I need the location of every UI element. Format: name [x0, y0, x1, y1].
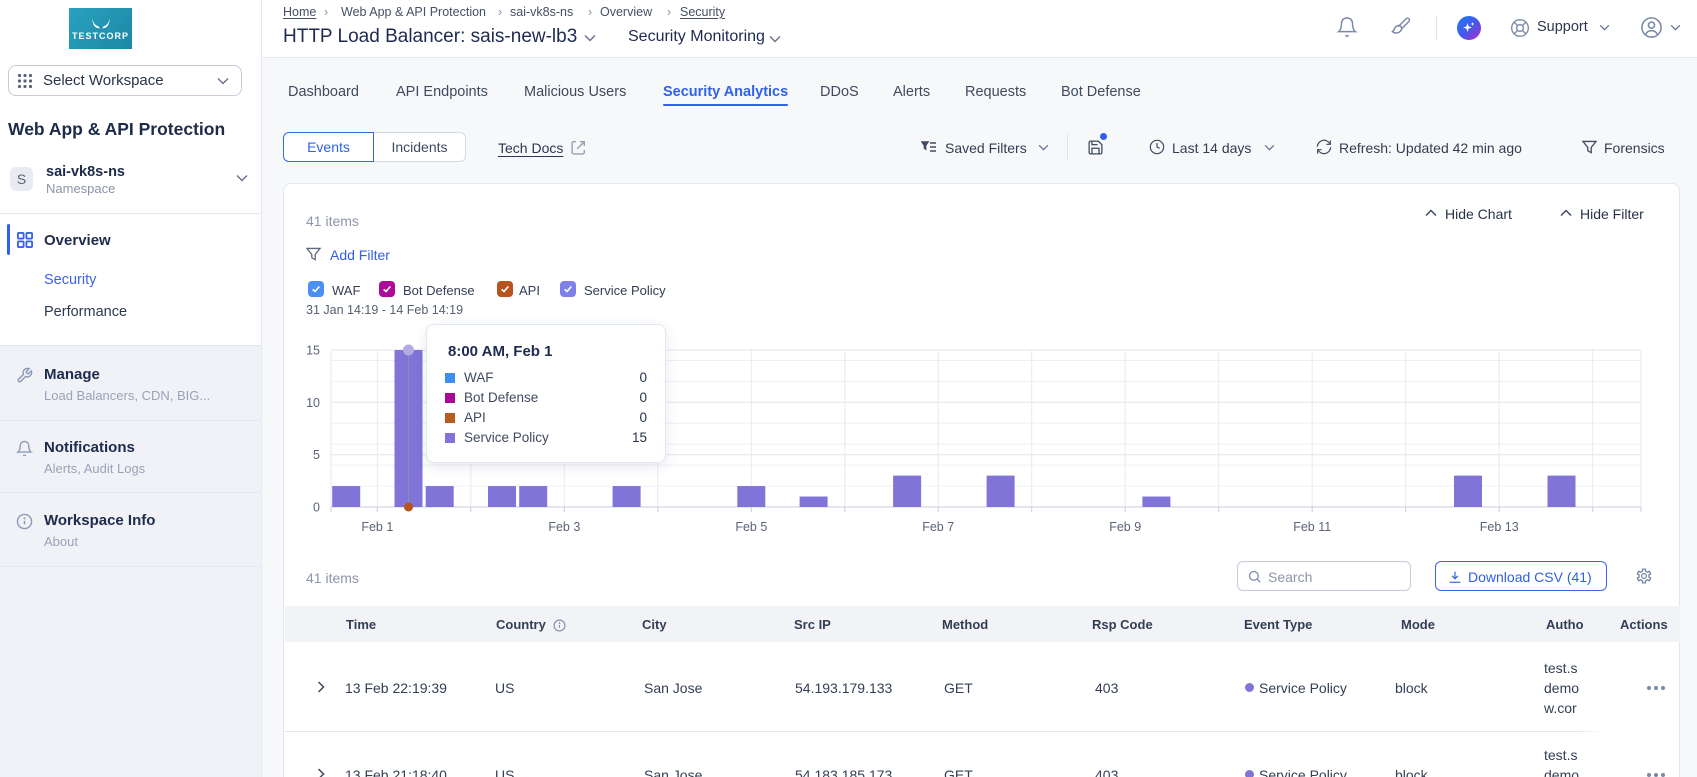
svg-text:Feb 5: Feb 5 [735, 520, 767, 534]
svg-text:Feb 3: Feb 3 [548, 520, 580, 534]
svg-text:Feb 1: Feb 1 [361, 520, 393, 534]
svg-text:0: 0 [313, 501, 320, 515]
svg-text:5: 5 [313, 448, 320, 462]
svg-text:15: 15 [306, 344, 320, 358]
svg-text:Feb 11: Feb 11 [1293, 520, 1331, 534]
svg-text:Feb 7: Feb 7 [922, 520, 954, 534]
svg-text:10: 10 [306, 396, 320, 410]
svg-text:Feb 9: Feb 9 [1109, 520, 1141, 534]
svg-text:Feb 13: Feb 13 [1480, 520, 1519, 534]
